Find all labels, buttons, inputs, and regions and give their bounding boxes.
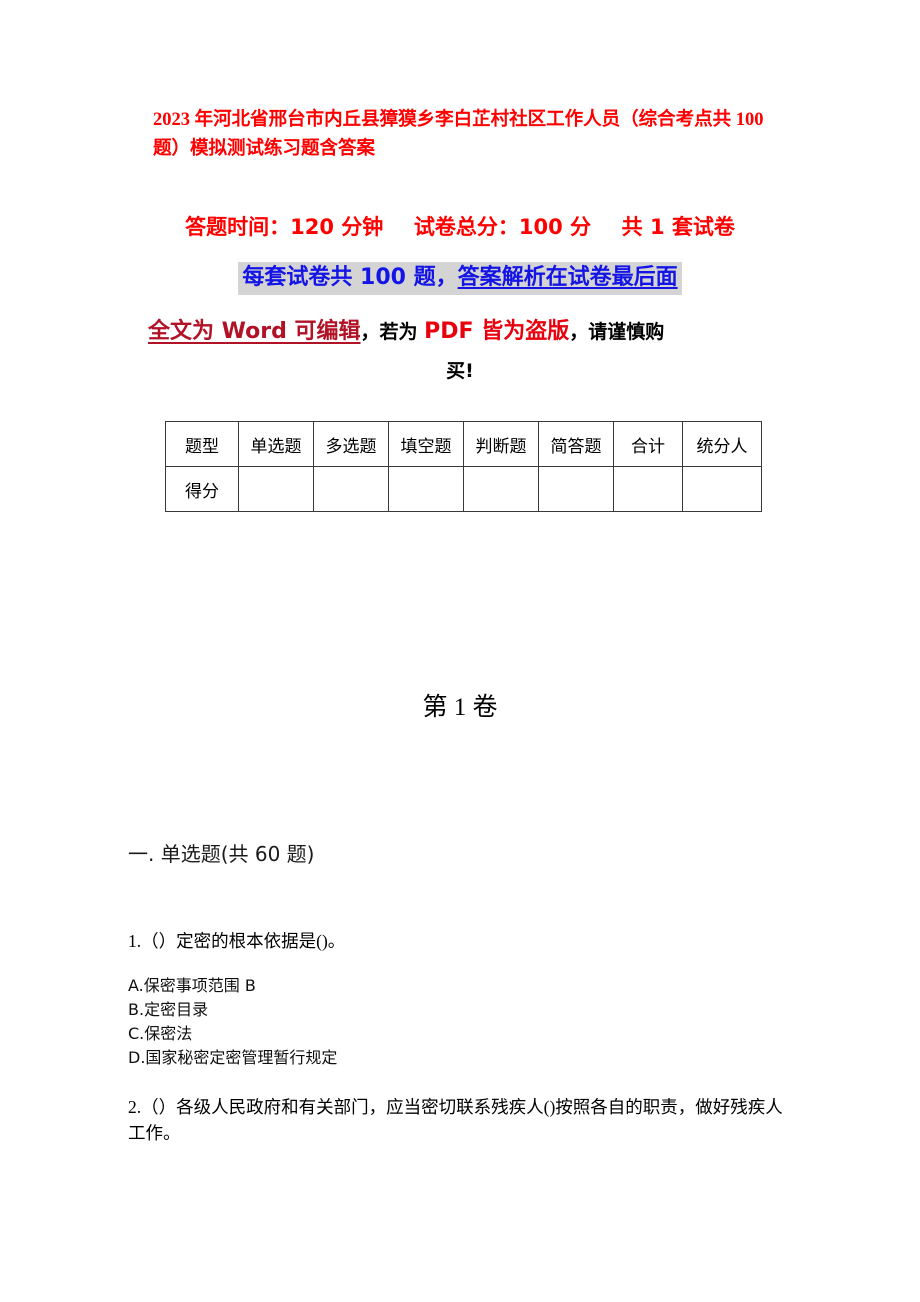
question-text: 1.（）定密的根本依据是()。 bbox=[128, 931, 346, 951]
exam-total-score: 试卷总分：100 分 bbox=[413, 215, 592, 239]
option-b[interactable]: B.定密目录 bbox=[128, 998, 628, 1022]
table-header-cell: 多选题 bbox=[313, 421, 389, 467]
score-cell[interactable] bbox=[538, 466, 614, 512]
piracy-notice-word-editable: 全文为 Word 可编辑 bbox=[148, 319, 361, 344]
piracy-notice-tail: 买! bbox=[446, 360, 474, 382]
score-cell[interactable] bbox=[463, 466, 539, 512]
exam-duration: 答题时间：120 分钟 bbox=[185, 215, 384, 239]
option-d[interactable]: D.国家秘密定密管理暂行规定 bbox=[128, 1046, 628, 1070]
score-cell[interactable] bbox=[388, 466, 464, 512]
table-row: 得分 bbox=[165, 466, 762, 512]
notice-prefix: 每套试卷共 100 题， bbox=[242, 265, 458, 290]
table-header-cell: 判断题 bbox=[463, 421, 539, 467]
piracy-notice: 全文为 Word 可编辑，若为 PDF 皆为盗版，请谨慎购 bbox=[148, 310, 788, 354]
table-header-cell: 简答题 bbox=[538, 421, 614, 467]
table-header-cell: 题型 bbox=[165, 421, 239, 467]
notice-link[interactable]: 答案解析在试卷最后面 bbox=[458, 265, 678, 290]
piracy-notice-pdf: PDF 皆为盗版 bbox=[424, 319, 570, 344]
score-table: 题型 单选题 多选题 填空题 判断题 简答题 合计 统分人 得分 bbox=[165, 421, 762, 512]
score-cell[interactable] bbox=[313, 466, 389, 512]
option-a[interactable]: A.保密事项范围 B bbox=[128, 974, 628, 998]
table-row-header: 题型 单选题 多选题 填空题 判断题 简答题 合计 统分人 bbox=[165, 421, 762, 467]
volume-heading: 第 1 卷 bbox=[422, 694, 498, 721]
score-cell[interactable] bbox=[682, 466, 762, 512]
score-cell[interactable] bbox=[238, 466, 314, 512]
piracy-notice-caution: ，请谨慎购 bbox=[569, 321, 665, 343]
piracy-notice-connector: ，若为 bbox=[360, 321, 425, 343]
notice-highlight-row: 每套试卷共 100 题，答案解析在试卷最后面 bbox=[0, 262, 920, 295]
option-c[interactable]: C.保密法 bbox=[128, 1022, 628, 1046]
exam-info-line: 答题时间：120 分钟 试卷总分：100 分 共 1 套试卷 bbox=[0, 211, 920, 243]
table-header-cell: 填空题 bbox=[388, 421, 464, 467]
score-cell[interactable] bbox=[613, 466, 683, 512]
question-options: A.保密事项范围 B B.定密目录 C.保密法 D.国家秘密定密管理暂行规定 bbox=[128, 974, 628, 1070]
question-text: 2.（）各级人民政府和有关部门，应当密切联系残疾人()按照各自的职责，做好残疾人… bbox=[128, 1097, 783, 1143]
table-header-cell: 单选题 bbox=[238, 421, 314, 467]
document-title: 2023 年河北省邢台市内丘县獐獏乡李白芷村社区工作人员（综合考点共 100 题… bbox=[153, 110, 764, 159]
table-header-cell: 统分人 bbox=[682, 421, 762, 467]
table-row-label: 得分 bbox=[165, 466, 239, 512]
answer-location-notice: 每套试卷共 100 题，答案解析在试卷最后面 bbox=[238, 262, 682, 295]
document-page: 2023 年河北省邢台市内丘县獐獏乡李白芷村社区工作人员（综合考点共 100 题… bbox=[0, 0, 920, 1302]
table-header-cell: 合计 bbox=[613, 421, 683, 467]
section-heading: 一. 单选题(共 60 题) bbox=[128, 842, 315, 866]
exam-set-count: 共 1 套试卷 bbox=[621, 215, 735, 239]
